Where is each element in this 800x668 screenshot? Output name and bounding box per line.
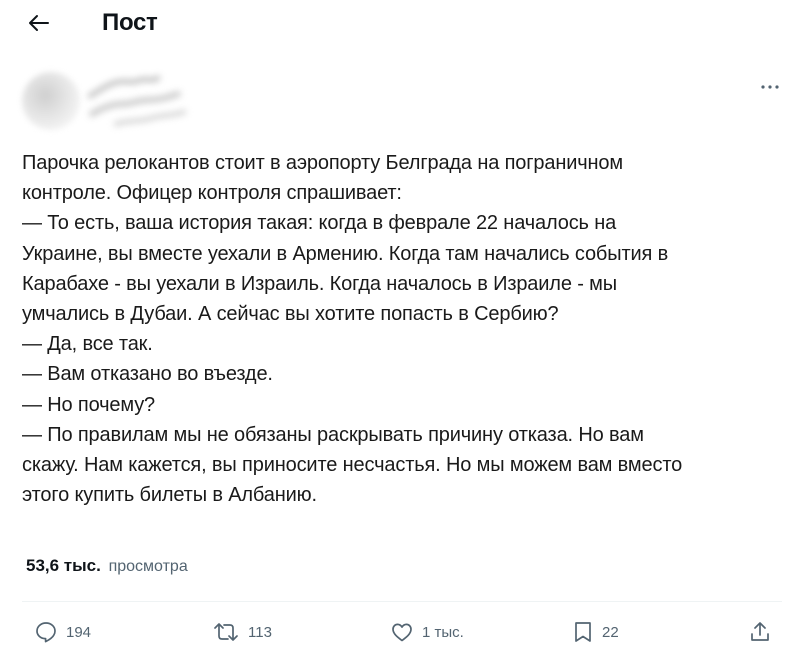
like-button[interactable]: 1 тыс. (390, 618, 464, 646)
post-text-line: — То есть, ваша история такая: когда в ф… (22, 212, 617, 235)
repost-icon (212, 620, 240, 644)
bookmark-button[interactable]: 22 (572, 618, 619, 646)
header: Пост (0, 0, 800, 50)
post-page: Пост Парочка релокантов стоит в аэропорт… (0, 0, 800, 668)
like-count: 1 тыс. (422, 623, 464, 641)
heart-icon (390, 620, 414, 644)
bookmark-count: 22 (602, 623, 619, 641)
more-options-button[interactable] (752, 74, 788, 98)
post-text-line: — По правилам мы не обязаны раскрывать п… (22, 423, 644, 446)
action-bar: 194 113 1 тыс. 22 (0, 612, 800, 652)
page-title: Пост (102, 9, 158, 36)
post-text: Парочка релокантов стоит в аэропорту Бел… (22, 148, 782, 510)
reply-button[interactable]: 194 (34, 618, 91, 646)
repost-button[interactable]: 113 (212, 618, 272, 646)
more-dots-icon (760, 77, 780, 95)
post-text-line: Парочка релокантов стоит в аэропорту Бел… (22, 152, 623, 174)
share-button[interactable] (748, 618, 772, 646)
repost-count: 113 (248, 623, 272, 641)
views-label: просмотра (108, 558, 188, 575)
post-text-line: Карабахе - вы уехали в Израиль. Когда на… (22, 272, 617, 295)
post-text-line: Украине, вы вместе уехали в Армению. Ког… (22, 242, 669, 265)
post-text-line: — Но почему? (22, 393, 156, 416)
share-icon (748, 620, 772, 644)
views-count: 53,6 тыс. (26, 556, 101, 575)
reply-icon (34, 620, 58, 644)
arrow-left-icon (28, 14, 50, 37)
avatar[interactable] (22, 72, 80, 130)
views-stat[interactable]: 53,6 тыс. просмотра (26, 556, 188, 576)
reply-count: 194 (66, 623, 92, 641)
post-text-line: умчались в Дубаи. А сейчас вы хотите поп… (22, 303, 559, 326)
post-text-line: контроле. Офицер контроля спрашивает: (22, 182, 402, 205)
author-name-blurred[interactable] (86, 74, 196, 132)
bookmark-icon (572, 620, 594, 644)
post-text-line: — Вам отказано во въезде. (22, 363, 273, 386)
back-button[interactable] (22, 8, 56, 42)
divider (22, 601, 782, 602)
post-text-line: скажу. Нам кажется, вы приносите несчаст… (22, 454, 683, 477)
post-text-line: — Да, все так. (22, 333, 153, 356)
post-text-line: этого купить билеты в Албанию. (22, 484, 317, 507)
